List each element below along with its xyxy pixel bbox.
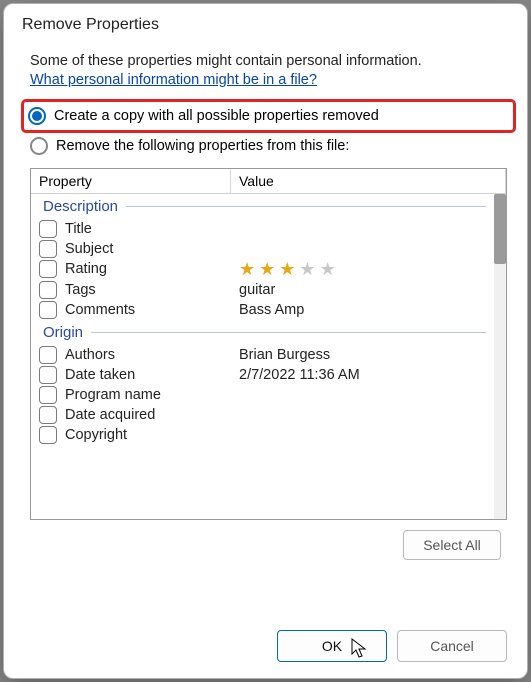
radio-remove-following-label: Remove the following properties from thi… (56, 138, 349, 154)
property-row: Date taken2/7/2022 11:36 AM (31, 365, 492, 385)
column-value[interactable]: Value (231, 169, 506, 193)
properties-scroll-area: DescriptionTitleSubjectRating★★★★★Tagsgu… (31, 194, 506, 519)
radio-group: Create a copy with all possible properti… (30, 102, 507, 158)
property-checkbox[interactable] (39, 281, 57, 299)
star-icon: ★ (299, 260, 315, 278)
property-checkbox[interactable] (39, 426, 57, 444)
radio-create-copy[interactable]: Create a copy with all possible properti… (24, 102, 513, 130)
property-value: ★★★★★ (239, 260, 488, 279)
property-value: guitar (239, 282, 488, 298)
dialog-body: Some of these properties might contain p… (4, 40, 527, 624)
star-icon: ★ (320, 260, 336, 278)
property-name: Rating (65, 261, 239, 277)
column-property[interactable]: Property (31, 169, 231, 193)
cancel-button[interactable]: Cancel (397, 630, 507, 662)
radio-create-copy-label: Create a copy with all possible properti… (54, 108, 379, 124)
property-name: Comments (65, 302, 239, 318)
group-header-divider (126, 206, 486, 207)
star-icon: ★ (259, 260, 275, 278)
property-row: CommentsBass Amp (31, 300, 492, 320)
properties-list: Property Value Description Title Subject Ra… (30, 168, 507, 520)
dialog-footer: OK Cancel (4, 624, 527, 678)
property-row: Title (31, 219, 492, 239)
star-icon: ★ (279, 260, 295, 278)
column-headers: Property Value (31, 169, 506, 194)
property-checkbox[interactable] (39, 386, 57, 404)
scrollbar[interactable] (494, 194, 506, 519)
property-value: Brian Burgess (239, 347, 488, 363)
intro-text: Some of these properties might contain p… (30, 52, 507, 72)
remove-properties-dialog: Remove Properties Some of these properti… (3, 3, 528, 679)
property-checkbox[interactable] (39, 346, 57, 364)
property-name: Tags (65, 282, 239, 298)
property-row: Rating★★★★★ (31, 259, 492, 280)
property-name: Program name (65, 387, 239, 403)
radio-remove-following[interactable]: Remove the following properties from thi… (30, 134, 507, 158)
property-checkbox[interactable] (39, 240, 57, 258)
property-checkbox[interactable] (39, 406, 57, 424)
select-all-row: Select All (30, 520, 507, 570)
property-row: Subject (31, 239, 492, 259)
property-value: Bass Amp (239, 302, 488, 318)
dialog-title: Remove Properties (4, 4, 527, 40)
group-header-divider (91, 332, 486, 333)
property-checkbox[interactable] (39, 220, 57, 238)
ok-button[interactable]: OK (277, 630, 387, 662)
property-name: Subject (65, 241, 239, 257)
radio-dot-icon (30, 137, 48, 155)
scrollbar-thumb[interactable] (494, 194, 506, 264)
property-checkbox[interactable] (39, 366, 57, 384)
property-name: Authors (65, 347, 239, 363)
group-header: Origin (31, 320, 492, 345)
property-checkbox[interactable] (39, 260, 57, 278)
select-all-button[interactable]: Select All (403, 530, 501, 560)
property-name: Date acquired (65, 407, 239, 423)
property-row: Date acquired (31, 405, 492, 425)
info-link[interactable]: What personal information might be in a … (30, 72, 507, 88)
group-header-label: Description (43, 198, 118, 215)
property-name: Copyright (65, 427, 239, 443)
property-row: Program name (31, 385, 492, 405)
property-name: Date taken (65, 367, 239, 383)
property-name: Title (65, 221, 239, 237)
property-value: 2/7/2022 11:36 AM (239, 367, 488, 383)
property-row: Tagsguitar (31, 280, 492, 300)
rating-stars: ★★★★★ (239, 260, 336, 278)
group-header-label: Origin (43, 324, 83, 341)
property-row: AuthorsBrian Burgess (31, 345, 492, 365)
group-header: Description (31, 194, 492, 219)
radio-dot-icon (28, 107, 46, 125)
property-checkbox[interactable] (39, 301, 57, 319)
property-row: Copyright (31, 425, 492, 445)
star-icon: ★ (239, 260, 255, 278)
